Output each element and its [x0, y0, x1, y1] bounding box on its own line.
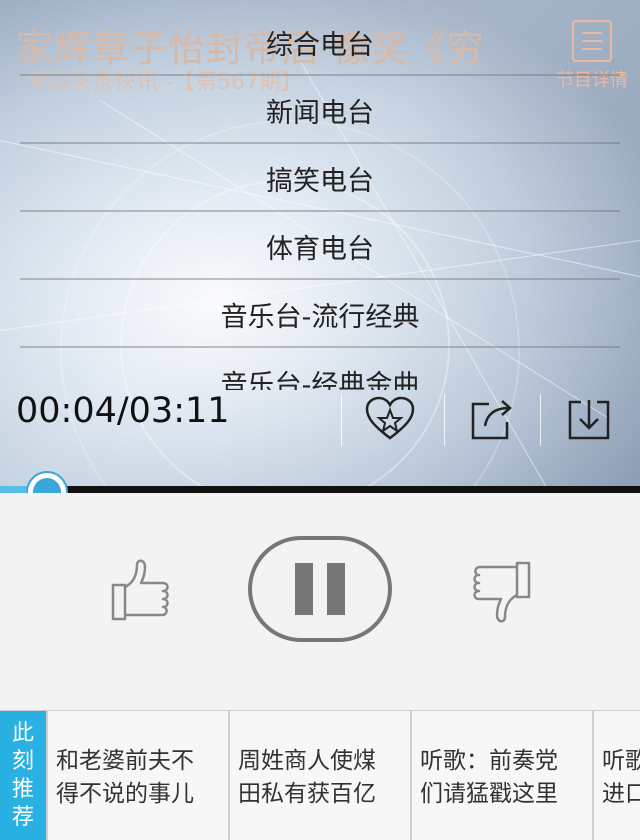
station-item-news[interactable]: 新闻电台	[0, 76, 640, 144]
tag-char: 推	[11, 777, 34, 802]
recommendation-card[interactable]: 周姓商人使煤 田私有获百亿	[228, 711, 410, 840]
favorite-star-heart-icon	[365, 396, 415, 440]
download-icon	[568, 399, 610, 439]
station-item-label: 搞笑电台	[266, 165, 374, 197]
like-button[interactable]	[100, 550, 180, 630]
recommendation-card[interactable]: 听歌：前奏党 们请猛戳这里	[410, 711, 592, 840]
card-title-line: 们请猛戳这里	[420, 781, 558, 807]
station-item-music-golden-hits[interactable]: 音乐台-经典金曲	[0, 348, 640, 391]
card-title-line: 田私有获百亿	[238, 781, 376, 807]
station-item-label: 音乐台-经典金曲	[220, 369, 420, 391]
card-title-line: 和老婆前夫不	[56, 748, 194, 774]
tag-char: 荐	[11, 805, 34, 830]
station-item-label: 新闻电台	[266, 97, 374, 129]
card-title-line: 周姓商人使煤	[238, 748, 376, 774]
playback-time: 00:04/03:11	[16, 391, 230, 431]
tag-char: 刻	[11, 749, 34, 774]
card-title-line: 进口	[602, 781, 640, 807]
tag-char: 此	[11, 721, 34, 746]
progress-track[interactable]	[0, 486, 640, 493]
card-title-line: 听歌	[602, 748, 640, 774]
station-item-comedy[interactable]: 搞笑电台	[0, 144, 640, 212]
thumbs-up-icon	[111, 559, 169, 621]
share-icon	[471, 399, 512, 439]
download-button[interactable]	[541, 390, 637, 447]
recommend-now-tag: 此 刻 推 荐	[0, 711, 46, 840]
station-item-sports[interactable]: 体育电台	[0, 212, 640, 280]
station-item-music-pop-classics[interactable]: 音乐台-流行经典	[0, 280, 640, 348]
station-item-label: 音乐台-流行经典	[220, 301, 420, 333]
station-dropdown-menu: 综合电台 新闻电台 搞笑电台 体育电台 音乐台-流行经典 音乐台-经典金曲	[0, 8, 640, 390]
card-title-line: 得不说的事儿	[56, 781, 194, 807]
favorite-button[interactable]	[342, 390, 438, 447]
station-item-label: 综合电台	[266, 29, 374, 61]
recommendation-strip: 此 刻 推 荐 和老婆前夫不 得不说的事儿 周姓商人使煤 田私有获百亿 听歌：前…	[0, 710, 640, 840]
dislike-button[interactable]	[462, 552, 542, 632]
share-button[interactable]	[445, 390, 541, 447]
pause-icon	[288, 563, 352, 615]
station-item-label: 体育电台	[266, 233, 374, 265]
thumbs-down-icon	[473, 561, 531, 623]
recommendation-card[interactable]: 听歌 进口	[592, 711, 640, 840]
card-title-line: 听歌：前奏党	[420, 748, 558, 774]
pause-button[interactable]	[248, 536, 392, 642]
station-item-general[interactable]: 综合电台	[0, 8, 640, 76]
recommendation-card[interactable]: 和老婆前夫不 得不说的事儿	[46, 711, 228, 840]
